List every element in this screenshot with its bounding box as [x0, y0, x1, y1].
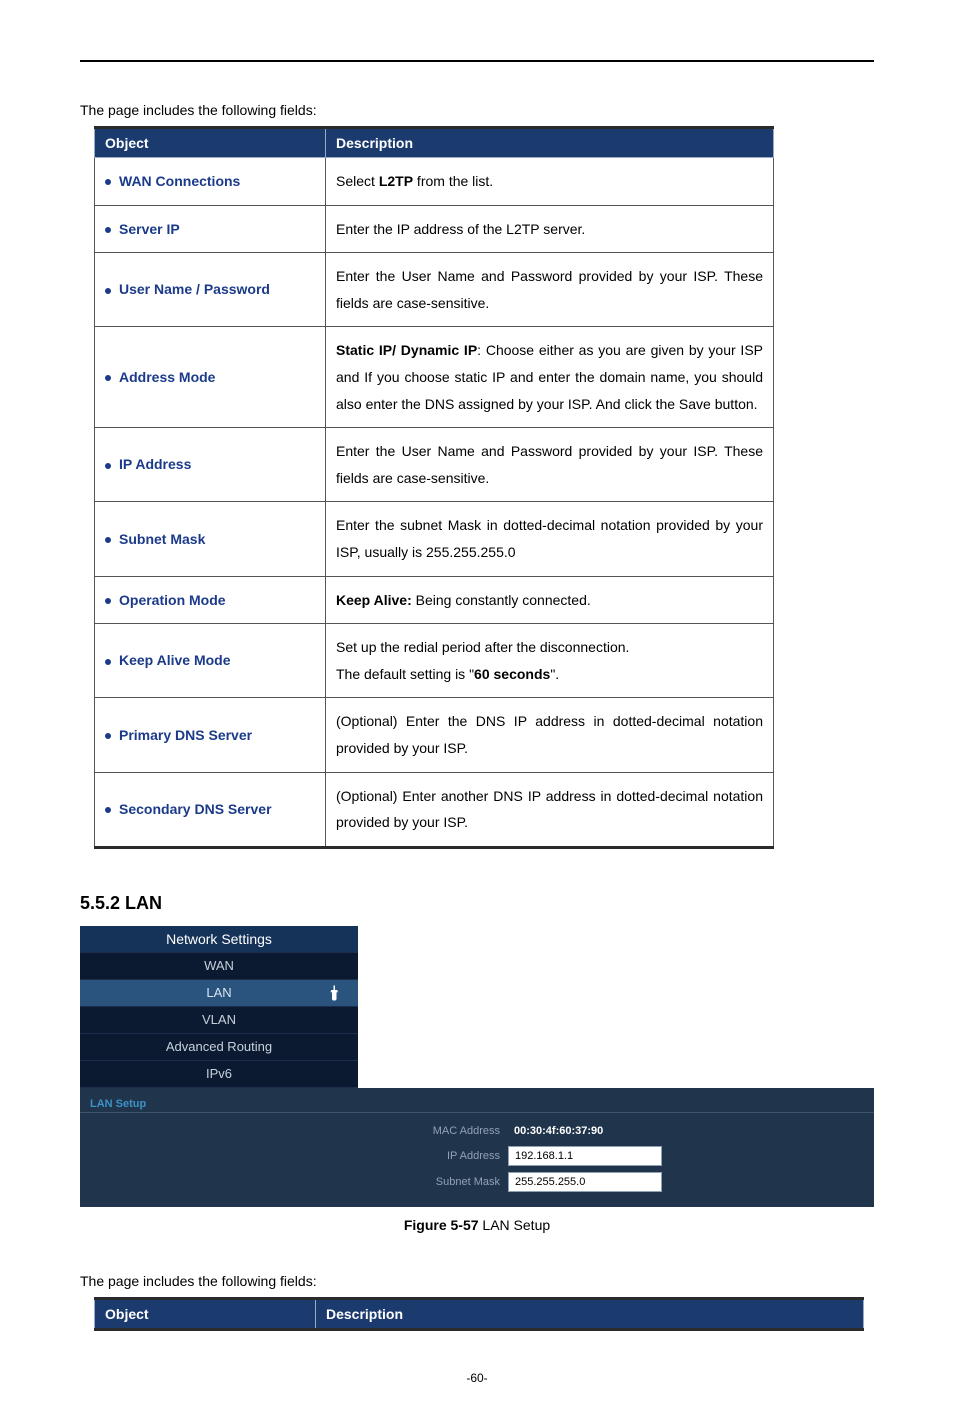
- obj-subnet-mask: Subnet Mask: [95, 502, 326, 576]
- section-heading: 5.5.2 LAN: [80, 893, 874, 914]
- cursor-icon: [326, 984, 344, 1002]
- desc-user-pass: Enter the User Name and Password provide…: [326, 253, 774, 327]
- obj-keep-alive-mode: Keep Alive Mode: [95, 624, 326, 698]
- mask-label: Subnet Mask: [80, 1176, 508, 1188]
- obj-secondary-dns: Secondary DNS Server: [95, 772, 326, 847]
- desc-address-mode: Static IP/ Dynamic IP: Choose either as …: [326, 327, 774, 428]
- ip-label: IP Address: [80, 1150, 508, 1162]
- th-description-2: Description: [316, 1298, 864, 1329]
- nav-item-ipv6[interactable]: IPv6: [80, 1061, 358, 1088]
- bullet-icon: [105, 227, 111, 233]
- desc-operation-mode: Keep Alive: Being constantly connected.: [326, 576, 774, 624]
- fields-table-1: Object Description WAN Connections Selec…: [94, 126, 774, 849]
- desc-ip-address: Enter the User Name and Password provide…: [326, 428, 774, 502]
- th-object-2: Object: [95, 1298, 316, 1329]
- desc-keep-alive-mode: Set up the redial period after the disco…: [326, 624, 774, 698]
- nav-item-vlan[interactable]: VLAN: [80, 1007, 358, 1034]
- obj-label: IP Address: [119, 456, 191, 472]
- th-object: Object: [95, 128, 326, 158]
- page-number: -60-: [80, 1371, 874, 1385]
- desc-server-ip: Enter the IP address of the L2TP server.: [326, 205, 774, 253]
- mask-input[interactable]: [508, 1172, 662, 1192]
- bullet-icon: [105, 179, 111, 185]
- nav-title: Network Settings: [80, 926, 358, 953]
- obj-operation-mode: Operation Mode: [95, 576, 326, 624]
- bullet-icon: [105, 598, 111, 604]
- obj-label: WAN Connections: [119, 173, 240, 189]
- desc-subnet-mask: Enter the subnet Mask in dotted-decimal …: [326, 502, 774, 576]
- obj-server-ip: Server IP: [95, 205, 326, 253]
- desc-primary-dns: (Optional) Enter the DNS IP address in d…: [326, 698, 774, 772]
- desc-secondary-dns: (Optional) Enter another DNS IP address …: [326, 772, 774, 847]
- fields-table-2: Object Description: [94, 1297, 864, 1331]
- document-page: The page includes the following fields: …: [0, 0, 954, 1415]
- obj-user-pass: User Name / Password: [95, 253, 326, 327]
- obj-address-mode: Address Mode: [95, 327, 326, 428]
- bullet-icon: [105, 288, 111, 294]
- nav-item-adv-routing[interactable]: Advanced Routing: [80, 1034, 358, 1061]
- nav-item-wan[interactable]: WAN: [80, 953, 358, 980]
- obj-label: Keep Alive Mode: [119, 652, 231, 668]
- desc-wan-connections: Select L2TP from the list.: [326, 158, 774, 206]
- obj-label: Primary DNS Server: [119, 727, 252, 743]
- lan-setup-title: LAN Setup: [80, 1096, 874, 1113]
- obj-label: Secondary DNS Server: [119, 801, 272, 817]
- th-description: Description: [326, 128, 774, 158]
- figure-caption: Figure 5-57 LAN Setup: [80, 1217, 874, 1233]
- mac-value: 00:30:4f:60:37:90: [508, 1122, 660, 1140]
- header-rule: [80, 60, 874, 62]
- obj-label: Server IP: [119, 221, 180, 237]
- bullet-icon: [105, 733, 111, 739]
- lan-setup-panel: LAN Setup MAC Address 00:30:4f:60:37:90 …: [80, 1088, 874, 1207]
- bullet-icon: [105, 659, 111, 665]
- ip-input[interactable]: [508, 1146, 662, 1166]
- obj-label: Operation Mode: [119, 592, 226, 608]
- bullet-icon: [105, 537, 111, 543]
- obj-label: User Name / Password: [119, 281, 270, 297]
- mac-label: MAC Address: [80, 1125, 508, 1137]
- nav-item-lan[interactable]: LAN: [80, 980, 358, 1007]
- bullet-icon: [105, 807, 111, 813]
- bullet-icon: [105, 463, 111, 469]
- intro-text-2: The page includes the following fields:: [80, 1273, 874, 1289]
- obj-label: Subnet Mask: [119, 531, 205, 547]
- nav-panel: Network Settings WAN LAN VLAN Advanced R…: [80, 926, 358, 1088]
- nav-item-label: LAN: [206, 985, 231, 1000]
- obj-label: Address Mode: [119, 369, 215, 385]
- obj-ip-address: IP Address: [95, 428, 326, 502]
- obj-wan-connections: WAN Connections: [95, 158, 326, 206]
- bullet-icon: [105, 375, 111, 381]
- intro-text: The page includes the following fields:: [80, 102, 874, 118]
- obj-primary-dns: Primary DNS Server: [95, 698, 326, 772]
